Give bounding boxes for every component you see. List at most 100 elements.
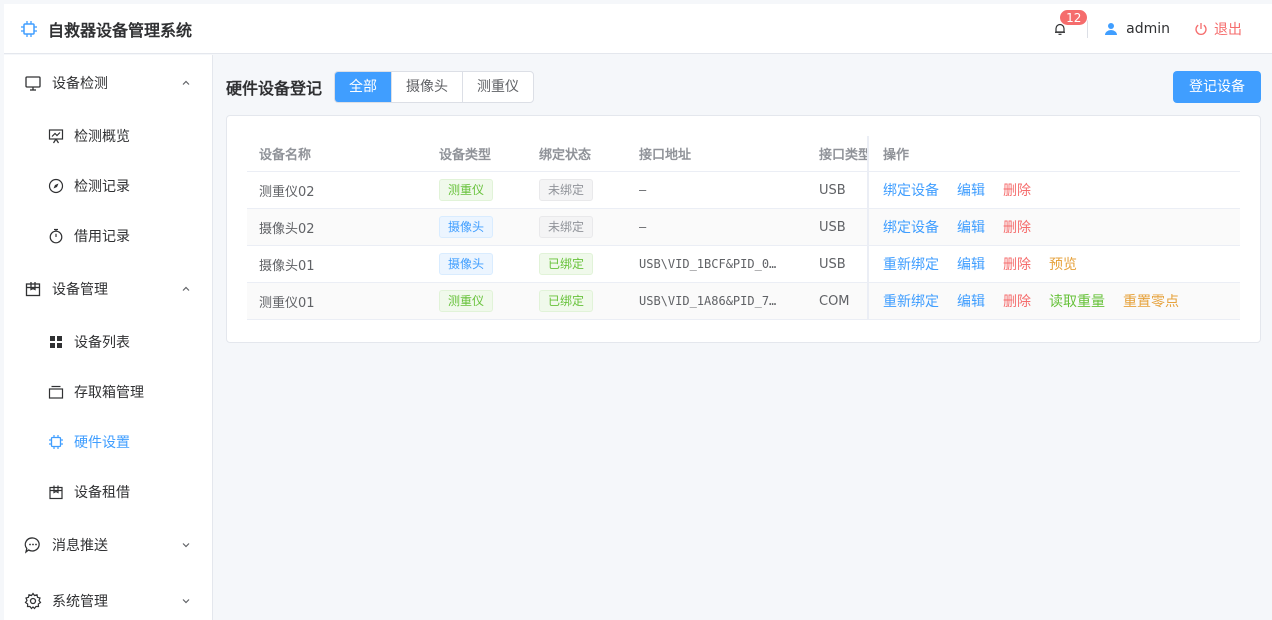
action-link[interactable]: 重置零点 <box>1123 291 1179 311</box>
device-type-cell: 摄像头 <box>427 253 527 275</box>
device-name-cell: 摄像头01 <box>259 258 315 274</box>
device-type-tag: 摄像头 <box>439 253 494 275</box>
sidebar: 设备检测 检测概览 检测记录 借用记录 设备管理 设备列表 存取箱管理 硬件设置… <box>4 55 213 620</box>
column-header: 操作 <box>867 136 1240 171</box>
action-link[interactable]: 编辑 <box>957 254 985 274</box>
brand: 自救器设备管理系统 <box>20 17 192 41</box>
device-name-cell: 测重仪01 <box>259 295 315 311</box>
app-title: 自救器设备管理系统 <box>48 20 193 40</box>
monitor-icon <box>24 74 42 92</box>
device-name-cell: 测重仪02 <box>259 184 315 200</box>
filter-tabs: 全部 摄像头 测重仪 <box>334 71 535 103</box>
chevron-down-icon <box>182 599 190 604</box>
grid-icon <box>48 334 64 350</box>
action-link[interactable]: 编辑 <box>957 180 985 200</box>
menu-item-device-rental[interactable]: 设备租借 <box>4 467 212 517</box>
bind-status-tag: 未绑定 <box>539 216 594 238</box>
logout-label: 退出 <box>1214 21 1242 38</box>
action-link[interactable]: 删除 <box>1003 291 1031 311</box>
action-link[interactable]: 绑定设备 <box>883 180 939 200</box>
presentation-chart-icon <box>48 128 64 144</box>
column-header: 接口地址 <box>639 148 692 163</box>
chevron-up-icon <box>182 80 190 85</box>
action-link[interactable]: 编辑 <box>957 217 985 237</box>
column-header: 接口类型 <box>819 148 867 163</box>
actions-cell: 重新绑定 编辑 删除 预览 <box>867 246 1240 282</box>
notification-button[interactable]: 12 <box>1045 8 1089 44</box>
filter-tab-all[interactable]: 全部 <box>335 72 393 102</box>
bind-status-cell: 已绑定 <box>527 290 627 312</box>
menu-item-hardware-settings[interactable]: 硬件设置 <box>4 417 212 467</box>
user-menu[interactable]: admin <box>1104 21 1170 37</box>
bind-status-cell: 未绑定 <box>527 179 627 201</box>
chevron-down-icon <box>182 543 190 548</box>
action-link[interactable]: 预览 <box>1049 254 1077 274</box>
actions-cell: 绑定设备 编辑 删除 <box>867 172 1240 208</box>
column-header: 设备名称 <box>259 148 312 163</box>
menu-group-device-management[interactable]: 设备管理 <box>4 261 212 317</box>
table-row: 测重仪01 测重仪 已绑定 USB\VID_1A86&PID_7… COM 重新绑定 编辑删… <box>247 283 1240 320</box>
filter-tab-weighing-scale[interactable]: 测重仪 <box>463 72 533 102</box>
table-header-row: 设备名称 设备类型 绑定状态 接口地址 接口类型 操作 <box>247 136 1240 172</box>
menu-item-detection-records[interactable]: 检测记录 <box>4 161 212 211</box>
interface-type-cell: USB <box>819 219 846 235</box>
device-type-tag: 摄像头 <box>439 216 494 238</box>
filter-tab-camera[interactable]: 摄像头 <box>392 72 464 102</box>
action-link[interactable]: 删除 <box>1003 180 1031 200</box>
interface-address-cell: — <box>639 183 647 197</box>
column-header: 绑定状态 <box>539 148 592 163</box>
menu-item-borrow-records[interactable]: 借用记录 <box>4 211 212 261</box>
interface-address-cell: USB\VID_1A86&PID_7… <box>639 294 777 308</box>
table-body: 测重仪02 测重仪 未绑定 — USB 绑定设备 编辑 删除 摄像头02 摄像头 未绑定 — USB 绑定… <box>247 172 1240 320</box>
menu-item-label: 借用记录 <box>74 229 130 245</box>
interface-type-cell: COM <box>819 293 850 309</box>
action-link[interactable]: 读取重量 <box>1049 291 1105 311</box>
bind-status-tag: 未绑定 <box>539 179 594 201</box>
action-link[interactable]: 删除 <box>1003 217 1031 237</box>
compass-icon <box>48 178 64 194</box>
device-table: 设备名称 设备类型 绑定状态 接口地址 接口类型 操作 测重仪02 测重仪 未绑定 —… <box>247 136 1240 320</box>
action-link[interactable]: 重新绑定 <box>883 291 939 311</box>
bind-status-cell: 未绑定 <box>527 216 627 238</box>
page-title: 硬件设备登记 <box>226 79 323 98</box>
stopwatch-icon <box>48 228 64 244</box>
menu-item-label: 检测记录 <box>74 179 130 195</box>
actions-cell: 重新绑定 编辑 删除 读取重量 重置零点 <box>867 283 1240 319</box>
logout-button[interactable]: 退出 <box>1194 19 1242 39</box>
action-link[interactable]: 绑定设备 <box>883 217 939 237</box>
main-content: 硬件设备登记 全部 摄像头 测重仪 登记设备 设备名称 设备类型 绑定状态 接口… <box>214 55 1272 620</box>
tray-icon <box>48 384 64 400</box>
register-device-button[interactable]: 登记设备 <box>1173 71 1261 103</box>
bind-status-tag: 已绑定 <box>539 290 594 312</box>
action-link[interactable]: 删除 <box>1003 254 1031 274</box>
device-type-tag: 测重仪 <box>439 179 494 201</box>
action-link[interactable]: 重新绑定 <box>883 254 939 274</box>
menu-group-device-detection[interactable]: 设备检测 <box>4 55 212 111</box>
interface-type-cell: USB <box>819 182 846 198</box>
menu-item-locker-management[interactable]: 存取箱管理 <box>4 367 212 417</box>
device-name-cell: 摄像头02 <box>259 221 315 237</box>
menu-group-label: 设备检测 <box>52 76 108 92</box>
menu-item-label: 硬件设置 <box>74 435 130 451</box>
user-icon <box>1105 22 1118 35</box>
actions-cell: 绑定设备 编辑 删除 <box>867 209 1240 245</box>
menu-group-system-management[interactable]: 系统管理 <box>4 573 212 620</box>
interface-type-cell: USB <box>819 256 846 272</box>
bind-status-tag: 已绑定 <box>539 253 594 275</box>
menu-item-label: 设备租借 <box>74 485 130 501</box>
chip-icon <box>48 434 64 450</box>
menu-item-detection-overview[interactable]: 检测概览 <box>4 111 212 161</box>
device-type-tag: 测重仪 <box>439 290 494 312</box>
action-link[interactable]: 编辑 <box>957 291 985 311</box>
menu-group-message-push[interactable]: 消息推送 <box>4 517 212 573</box>
menu-item-device-list[interactable]: 设备列表 <box>4 317 212 367</box>
bind-status-cell: 已绑定 <box>527 253 627 275</box>
column-header: 设备类型 <box>439 148 492 163</box>
menu-item-label: 存取箱管理 <box>74 385 144 401</box>
menu-group-label: 系统管理 <box>52 594 108 610</box>
device-type-cell: 摄像头 <box>427 216 527 238</box>
chat-icon <box>24 536 42 554</box>
user-name: admin <box>1126 20 1170 37</box>
box-icon <box>24 280 42 298</box>
app-header: 自救器设备管理系统 12 admin 退出 <box>4 4 1272 54</box>
